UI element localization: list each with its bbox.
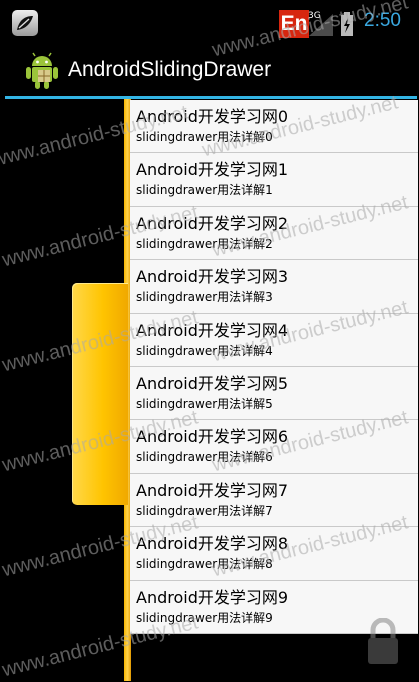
list-item[interactable]: Android开发学习网8 slidingdrawer用法详解8 [130, 527, 418, 581]
item-title: Android开发学习网0 [136, 107, 289, 126]
app-title: AndroidSlidingDrawer [68, 58, 272, 81]
list-item[interactable]: Android开发学习网3 slidingdrawer用法详解3 [130, 260, 418, 314]
item-subtitle: slidingdrawer用法详解4 [136, 343, 273, 358]
item-title: Android开发学习网1 [136, 160, 289, 180]
list-item[interactable]: Android开发学习网1 slidingdrawer用法详解1 [130, 153, 418, 207]
action-bar: AndroidSlidingDrawer [0, 45, 419, 97]
item-subtitle: slidingdrawer用法详解0 [136, 130, 273, 144]
item-title: Android开发学习网4 [136, 320, 289, 340]
item-subtitle: slidingdrawer用法详解2 [136, 236, 273, 251]
android-robot-icon [26, 52, 58, 89]
drawer-content: Android开发学习网0 slidingdrawer用法详解0 Android… [130, 100, 418, 634]
list-item[interactable]: Android开发学习网0 slidingdrawer用法详解0 [130, 100, 418, 154]
item-title: Android开发学习网7 [136, 480, 289, 500]
item-title: Android开发学习网6 [136, 427, 289, 447]
item-subtitle: slidingdrawer用法详解7 [136, 503, 273, 518]
item-subtitle: slidingdrawer用法详解5 [136, 396, 273, 411]
item-subtitle: slidingdrawer用法详解6 [136, 450, 273, 465]
status-bar: En 3G 2:50 [0, 0, 419, 45]
list-item[interactable]: Android开发学习网7 slidingdrawer用法详解7 [130, 474, 418, 528]
list-item[interactable]: Android开发学习网2 slidingdrawer用法详解2 [130, 207, 418, 261]
network-type-label: 3G [308, 11, 321, 21]
list-item[interactable]: Android开发学习网5 slidingdrawer用法详解5 [130, 367, 418, 421]
item-title: Android开发学习网8 [136, 534, 289, 554]
item-title: Android开发学习网5 [136, 373, 289, 393]
list-item[interactable]: Android开发学习网6 slidingdrawer用法详解6 [130, 420, 418, 474]
item-title: Android开发学习网2 [136, 213, 289, 233]
notification-icon[interactable] [12, 10, 38, 36]
item-title: Android开发学习网3 [136, 267, 289, 287]
lock-icon [368, 618, 398, 664]
drawer-handle[interactable] [72, 283, 128, 505]
list-item[interactable]: Android开发学习网4 slidingdrawer用法详解4 [130, 314, 418, 367]
item-subtitle: slidingdrawer用法详解3 [136, 290, 273, 305]
charging-battery-icon [341, 12, 353, 36]
item-subtitle: slidingdrawer用法详解8 [136, 557, 273, 572]
clock: 2:50 [364, 10, 401, 31]
action-bar-divider [5, 96, 417, 99]
item-subtitle: slidingdrawer用法详解1 [136, 183, 273, 198]
item-title: Android开发学习网9 [136, 587, 289, 607]
